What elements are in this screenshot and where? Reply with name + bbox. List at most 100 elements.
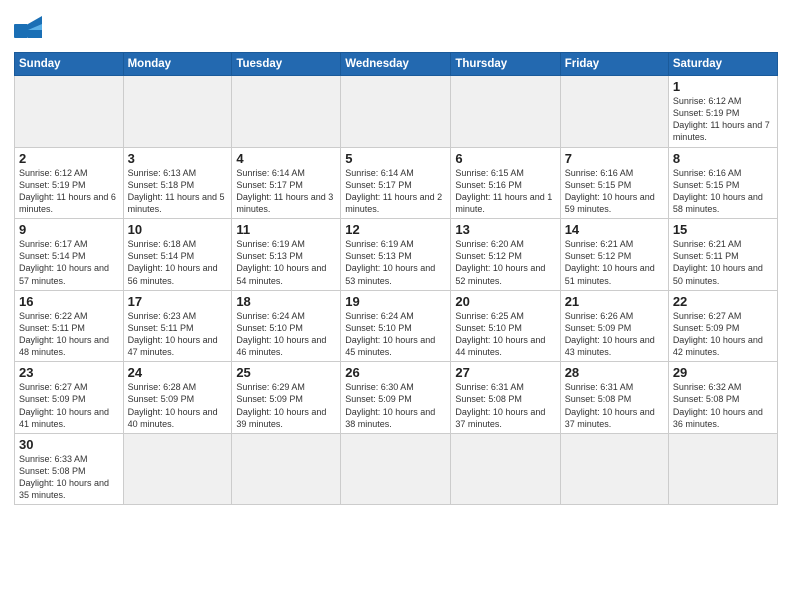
- day-cell: 23Sunrise: 6:27 AM Sunset: 5:09 PM Dayli…: [15, 362, 124, 434]
- day-cell: 11Sunrise: 6:19 AM Sunset: 5:13 PM Dayli…: [232, 219, 341, 291]
- day-number: 15: [673, 222, 773, 237]
- day-info: Sunrise: 6:31 AM Sunset: 5:08 PM Dayligh…: [455, 381, 555, 430]
- day-cell: 7Sunrise: 6:16 AM Sunset: 5:15 PM Daylig…: [560, 147, 668, 219]
- day-info: Sunrise: 6:23 AM Sunset: 5:11 PM Dayligh…: [128, 310, 228, 359]
- day-number: 25: [236, 365, 336, 380]
- week-row-1: 2Sunrise: 6:12 AM Sunset: 5:19 PM Daylig…: [15, 147, 778, 219]
- day-cell: 12Sunrise: 6:19 AM Sunset: 5:13 PM Dayli…: [341, 219, 451, 291]
- week-row-2: 9Sunrise: 6:17 AM Sunset: 5:14 PM Daylig…: [15, 219, 778, 291]
- day-cell: 4Sunrise: 6:14 AM Sunset: 5:17 PM Daylig…: [232, 147, 341, 219]
- day-cell: 26Sunrise: 6:30 AM Sunset: 5:09 PM Dayli…: [341, 362, 451, 434]
- day-number: 10: [128, 222, 228, 237]
- day-number: 13: [455, 222, 555, 237]
- day-cell: [341, 433, 451, 505]
- day-cell: 24Sunrise: 6:28 AM Sunset: 5:09 PM Dayli…: [123, 362, 232, 434]
- day-number: 24: [128, 365, 228, 380]
- weekday-header-friday: Friday: [560, 53, 668, 76]
- page: SundayMondayTuesdayWednesdayThursdayFrid…: [0, 0, 792, 612]
- day-number: 30: [19, 437, 119, 452]
- weekday-header-sunday: Sunday: [15, 53, 124, 76]
- day-number: 29: [673, 365, 773, 380]
- day-info: Sunrise: 6:17 AM Sunset: 5:14 PM Dayligh…: [19, 238, 119, 287]
- header: [14, 10, 778, 46]
- day-number: 3: [128, 151, 228, 166]
- day-cell: [560, 76, 668, 148]
- day-cell: [123, 76, 232, 148]
- day-cell: 15Sunrise: 6:21 AM Sunset: 5:11 PM Dayli…: [668, 219, 777, 291]
- day-info: Sunrise: 6:12 AM Sunset: 5:19 PM Dayligh…: [19, 167, 119, 216]
- day-info: Sunrise: 6:33 AM Sunset: 5:08 PM Dayligh…: [19, 453, 119, 502]
- day-info: Sunrise: 6:13 AM Sunset: 5:18 PM Dayligh…: [128, 167, 228, 216]
- logo-icon: [14, 16, 50, 46]
- day-number: 11: [236, 222, 336, 237]
- day-number: 28: [565, 365, 664, 380]
- day-cell: [560, 433, 668, 505]
- day-cell: 13Sunrise: 6:20 AM Sunset: 5:12 PM Dayli…: [451, 219, 560, 291]
- day-number: 18: [236, 294, 336, 309]
- day-info: Sunrise: 6:31 AM Sunset: 5:08 PM Dayligh…: [565, 381, 664, 430]
- day-cell: 19Sunrise: 6:24 AM Sunset: 5:10 PM Dayli…: [341, 290, 451, 362]
- day-number: 2: [19, 151, 119, 166]
- day-cell: 3Sunrise: 6:13 AM Sunset: 5:18 PM Daylig…: [123, 147, 232, 219]
- weekday-header-saturday: Saturday: [668, 53, 777, 76]
- day-cell: 30Sunrise: 6:33 AM Sunset: 5:08 PM Dayli…: [15, 433, 124, 505]
- day-cell: 10Sunrise: 6:18 AM Sunset: 5:14 PM Dayli…: [123, 219, 232, 291]
- day-number: 21: [565, 294, 664, 309]
- day-cell: 22Sunrise: 6:27 AM Sunset: 5:09 PM Dayli…: [668, 290, 777, 362]
- day-number: 20: [455, 294, 555, 309]
- weekday-header-wednesday: Wednesday: [341, 53, 451, 76]
- day-info: Sunrise: 6:22 AM Sunset: 5:11 PM Dayligh…: [19, 310, 119, 359]
- day-info: Sunrise: 6:14 AM Sunset: 5:17 PM Dayligh…: [236, 167, 336, 216]
- day-number: 14: [565, 222, 664, 237]
- week-row-5: 30Sunrise: 6:33 AM Sunset: 5:08 PM Dayli…: [15, 433, 778, 505]
- day-number: 27: [455, 365, 555, 380]
- day-number: 22: [673, 294, 773, 309]
- day-info: Sunrise: 6:18 AM Sunset: 5:14 PM Dayligh…: [128, 238, 228, 287]
- day-info: Sunrise: 6:19 AM Sunset: 5:13 PM Dayligh…: [236, 238, 336, 287]
- day-cell: 1Sunrise: 6:12 AM Sunset: 5:19 PM Daylig…: [668, 76, 777, 148]
- day-cell: [341, 76, 451, 148]
- day-info: Sunrise: 6:26 AM Sunset: 5:09 PM Dayligh…: [565, 310, 664, 359]
- day-cell: 16Sunrise: 6:22 AM Sunset: 5:11 PM Dayli…: [15, 290, 124, 362]
- week-row-4: 23Sunrise: 6:27 AM Sunset: 5:09 PM Dayli…: [15, 362, 778, 434]
- day-number: 19: [345, 294, 446, 309]
- day-info: Sunrise: 6:20 AM Sunset: 5:12 PM Dayligh…: [455, 238, 555, 287]
- day-number: 16: [19, 294, 119, 309]
- day-number: 17: [128, 294, 228, 309]
- day-cell: [232, 433, 341, 505]
- week-row-0: 1Sunrise: 6:12 AM Sunset: 5:19 PM Daylig…: [15, 76, 778, 148]
- day-number: 6: [455, 151, 555, 166]
- day-number: 9: [19, 222, 119, 237]
- day-info: Sunrise: 6:29 AM Sunset: 5:09 PM Dayligh…: [236, 381, 336, 430]
- day-cell: 29Sunrise: 6:32 AM Sunset: 5:08 PM Dayli…: [668, 362, 777, 434]
- day-info: Sunrise: 6:24 AM Sunset: 5:10 PM Dayligh…: [345, 310, 446, 359]
- calendar: SundayMondayTuesdayWednesdayThursdayFrid…: [14, 52, 778, 505]
- day-cell: 5Sunrise: 6:14 AM Sunset: 5:17 PM Daylig…: [341, 147, 451, 219]
- day-info: Sunrise: 6:25 AM Sunset: 5:10 PM Dayligh…: [455, 310, 555, 359]
- day-info: Sunrise: 6:14 AM Sunset: 5:17 PM Dayligh…: [345, 167, 446, 216]
- day-info: Sunrise: 6:19 AM Sunset: 5:13 PM Dayligh…: [345, 238, 446, 287]
- day-cell: [451, 76, 560, 148]
- weekday-header-tuesday: Tuesday: [232, 53, 341, 76]
- day-info: Sunrise: 6:16 AM Sunset: 5:15 PM Dayligh…: [673, 167, 773, 216]
- weekday-header-thursday: Thursday: [451, 53, 560, 76]
- day-cell: 20Sunrise: 6:25 AM Sunset: 5:10 PM Dayli…: [451, 290, 560, 362]
- day-info: Sunrise: 6:32 AM Sunset: 5:08 PM Dayligh…: [673, 381, 773, 430]
- day-info: Sunrise: 6:27 AM Sunset: 5:09 PM Dayligh…: [19, 381, 119, 430]
- day-info: Sunrise: 6:28 AM Sunset: 5:09 PM Dayligh…: [128, 381, 228, 430]
- day-cell: [15, 76, 124, 148]
- day-info: Sunrise: 6:27 AM Sunset: 5:09 PM Dayligh…: [673, 310, 773, 359]
- day-number: 4: [236, 151, 336, 166]
- day-info: Sunrise: 6:21 AM Sunset: 5:12 PM Dayligh…: [565, 238, 664, 287]
- day-number: 12: [345, 222, 446, 237]
- day-cell: 14Sunrise: 6:21 AM Sunset: 5:12 PM Dayli…: [560, 219, 668, 291]
- day-cell: 2Sunrise: 6:12 AM Sunset: 5:19 PM Daylig…: [15, 147, 124, 219]
- day-cell: [668, 433, 777, 505]
- day-cell: [123, 433, 232, 505]
- day-info: Sunrise: 6:16 AM Sunset: 5:15 PM Dayligh…: [565, 167, 664, 216]
- day-cell: 9Sunrise: 6:17 AM Sunset: 5:14 PM Daylig…: [15, 219, 124, 291]
- day-info: Sunrise: 6:30 AM Sunset: 5:09 PM Dayligh…: [345, 381, 446, 430]
- day-cell: 17Sunrise: 6:23 AM Sunset: 5:11 PM Dayli…: [123, 290, 232, 362]
- day-cell: [451, 433, 560, 505]
- day-info: Sunrise: 6:15 AM Sunset: 5:16 PM Dayligh…: [455, 167, 555, 216]
